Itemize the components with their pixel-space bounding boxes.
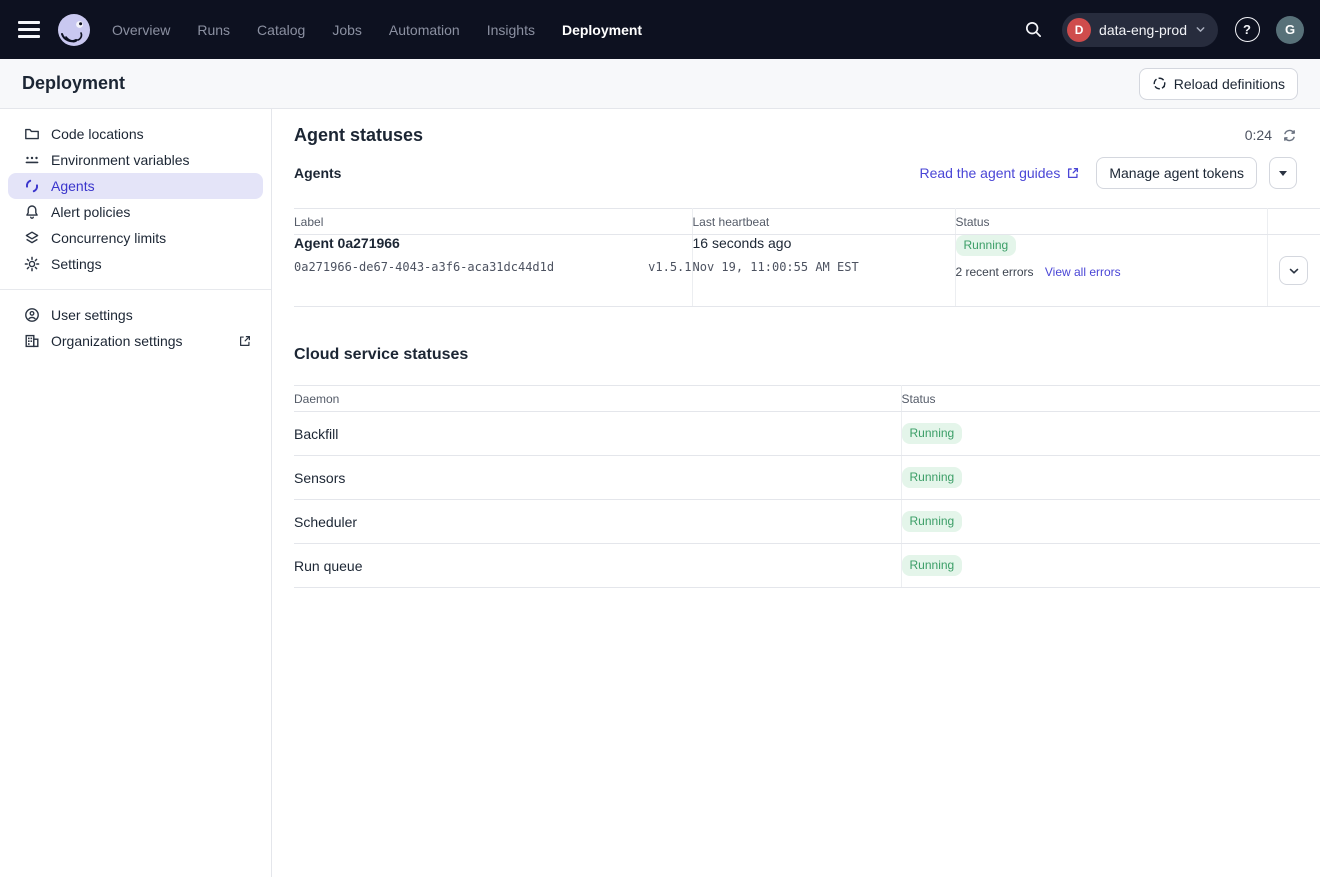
nav-item-overview[interactable]: Overview bbox=[112, 22, 170, 38]
reload-icon bbox=[1152, 76, 1167, 91]
recent-errors-count: 2 recent errors bbox=[956, 265, 1034, 279]
refresh-countdown: 0:24 bbox=[1245, 127, 1272, 143]
agent-guides-link[interactable]: Read the agent guides bbox=[919, 165, 1080, 181]
daemon-name: Backfill bbox=[294, 412, 901, 456]
status-badge: Running bbox=[902, 467, 963, 488]
column-header-last-heartbeat: Last heartbeat bbox=[692, 209, 955, 235]
user-icon bbox=[24, 307, 40, 323]
agent-icon bbox=[24, 178, 40, 194]
agent-row: Agent 0a271966 0a271966-de67-4043-a3f6-a… bbox=[294, 235, 1320, 307]
agent-id: 0a271966-de67-4043-a3f6-aca31dc44d1d bbox=[294, 260, 554, 274]
agent-name: Agent 0a271966 bbox=[294, 235, 692, 251]
agents-table: Label Last heartbeat Status Agent 0a2719… bbox=[294, 208, 1320, 307]
chevron-down-icon bbox=[1287, 264, 1301, 278]
status-badge: Running bbox=[902, 555, 963, 576]
cloud-services-table: Daemon Status Backfill Running Sensors R… bbox=[294, 385, 1320, 588]
nav-item-insights[interactable]: Insights bbox=[487, 22, 535, 38]
deployment-badge: D bbox=[1067, 18, 1091, 42]
nav-item-deployment[interactable]: Deployment bbox=[562, 22, 642, 38]
nav-item-runs[interactable]: Runs bbox=[197, 22, 230, 38]
sidebar-item-settings[interactable]: Settings bbox=[8, 251, 263, 277]
agents-more-actions-button[interactable] bbox=[1269, 157, 1297, 189]
sidebar-divider bbox=[0, 289, 271, 290]
refresh-icon[interactable] bbox=[1282, 128, 1297, 143]
folder-icon bbox=[24, 126, 40, 142]
layers-icon bbox=[24, 230, 40, 246]
agent-statuses-title: Agent statuses bbox=[294, 123, 423, 147]
daemon-row-run-queue: Run queue Running bbox=[294, 544, 1320, 588]
column-header-status: Status bbox=[955, 209, 1267, 235]
daemon-row-scheduler: Scheduler Running bbox=[294, 500, 1320, 544]
sidebar-item-user-settings[interactable]: User settings bbox=[8, 302, 263, 328]
daemon-row-backfill: Backfill Running bbox=[294, 412, 1320, 456]
page-title: Deployment bbox=[22, 73, 125, 94]
nav-item-catalog[interactable]: Catalog bbox=[257, 22, 305, 38]
building-icon bbox=[24, 333, 40, 349]
heartbeat-timestamp: Nov 19, 11:00:55 AM EST bbox=[693, 260, 955, 274]
nav-item-automation[interactable]: Automation bbox=[389, 22, 460, 38]
daemon-row-sensors: Sensors Running bbox=[294, 456, 1320, 500]
column-header-daemon: Daemon bbox=[294, 386, 901, 412]
deployment-switcher[interactable]: D data-eng-prod bbox=[1062, 13, 1218, 47]
daemon-name: Sensors bbox=[294, 456, 901, 500]
sidebar-item-environment-variables[interactable]: Environment variables bbox=[8, 147, 263, 173]
agent-version: v1.5.1 bbox=[648, 260, 691, 274]
external-link-icon bbox=[1066, 166, 1080, 180]
sidebar: Code locations Environment variables Age… bbox=[0, 109, 272, 877]
status-badge: Running bbox=[956, 235, 1017, 256]
gear-icon bbox=[24, 256, 40, 272]
heartbeat-relative: 16 seconds ago bbox=[693, 235, 955, 251]
main-content: Agent statuses 0:24 Agents Read the agen… bbox=[272, 109, 1320, 877]
view-all-errors-link[interactable]: View all errors bbox=[1045, 265, 1121, 279]
avatar[interactable]: G bbox=[1276, 16, 1304, 44]
external-link-icon bbox=[237, 333, 253, 349]
chevron-down-icon bbox=[1195, 24, 1206, 35]
sidebar-item-concurrency-limits[interactable]: Concurrency limits bbox=[8, 225, 263, 251]
daemon-name: Run queue bbox=[294, 544, 901, 588]
menu-icon[interactable] bbox=[18, 16, 46, 44]
agents-label: Agents bbox=[294, 165, 341, 181]
column-header-status: Status bbox=[901, 386, 1320, 412]
bell-icon bbox=[24, 204, 40, 220]
status-badge: Running bbox=[902, 511, 963, 532]
primary-nav: Overview Runs Catalog Jobs Automation In… bbox=[112, 22, 642, 38]
search-icon[interactable] bbox=[1016, 13, 1050, 47]
column-header-label: Label bbox=[294, 209, 692, 235]
deployment-name: data-eng-prod bbox=[1099, 22, 1187, 38]
agents-subheader: Agents Read the agent guides Manage agen… bbox=[294, 153, 1320, 193]
agent-row-expand-button[interactable] bbox=[1279, 256, 1308, 285]
status-badge: Running bbox=[902, 423, 963, 444]
daemon-name: Scheduler bbox=[294, 500, 901, 544]
variables-icon bbox=[24, 152, 40, 168]
top-nav: Overview Runs Catalog Jobs Automation In… bbox=[0, 0, 1320, 59]
help-icon[interactable]: ? bbox=[1230, 13, 1264, 47]
dagster-logo-icon[interactable] bbox=[56, 12, 92, 48]
caret-down-icon bbox=[1279, 171, 1287, 176]
reload-definitions-button[interactable]: Reload definitions bbox=[1139, 68, 1298, 100]
agent-statuses-header: Agent statuses 0:24 bbox=[294, 123, 1320, 147]
sidebar-item-alert-policies[interactable]: Alert policies bbox=[8, 199, 263, 225]
sidebar-item-organization-settings[interactable]: Organization settings bbox=[8, 328, 263, 354]
page-header: Deployment Reload definitions bbox=[0, 59, 1320, 109]
cloud-service-statuses-title: Cloud service statuses bbox=[294, 343, 1320, 367]
manage-agent-tokens-button[interactable]: Manage agent tokens bbox=[1096, 157, 1257, 189]
nav-item-jobs[interactable]: Jobs bbox=[332, 22, 362, 38]
sidebar-item-agents[interactable]: Agents bbox=[8, 173, 263, 199]
sidebar-item-code-locations[interactable]: Code locations bbox=[8, 121, 263, 147]
